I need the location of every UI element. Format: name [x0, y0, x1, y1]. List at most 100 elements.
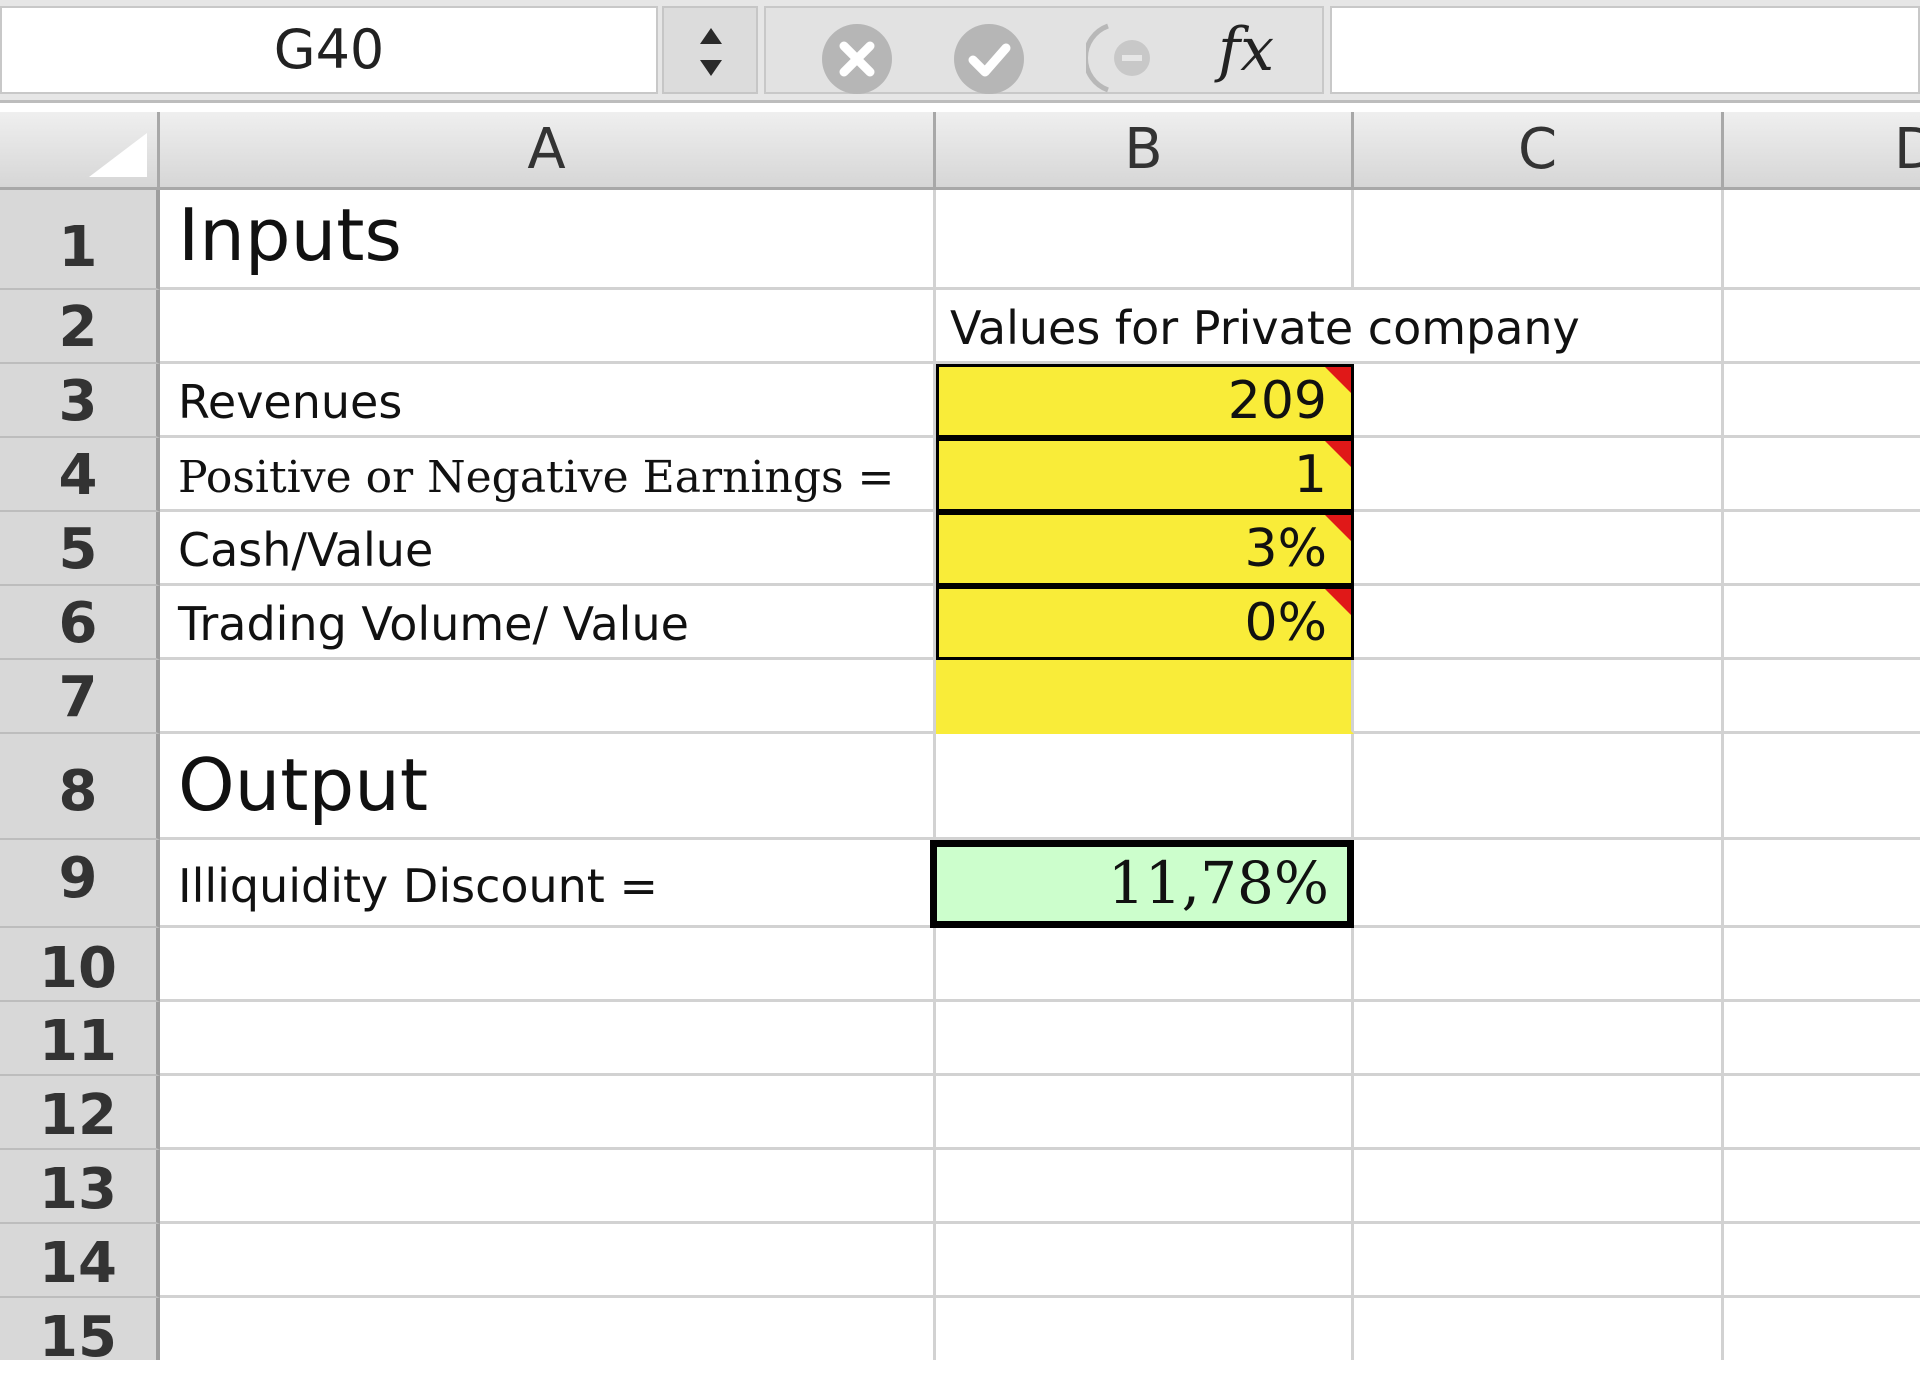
cell-a6[interactable]: Trading Volume/ Value [160, 586, 936, 660]
cell-d9[interactable] [1724, 840, 1920, 928]
cell-a14[interactable] [160, 1224, 936, 1298]
cell-a11[interactable] [160, 1002, 936, 1076]
row-header-12[interactable]: 12 [0, 1076, 160, 1150]
comment-indicator-icon [1325, 589, 1351, 615]
row-header-9[interactable]: 9 [0, 840, 160, 928]
cell-a10[interactable] [160, 928, 936, 1002]
cell-d8[interactable] [1724, 734, 1920, 840]
cell-d14[interactable] [1724, 1224, 1920, 1298]
cell-a4[interactable]: Positive or Negative Earnings = [160, 438, 936, 512]
cell-d10[interactable] [1724, 928, 1920, 1002]
cell-d4[interactable] [1724, 438, 1920, 512]
row-header-1[interactable]: 1 [0, 190, 160, 290]
function-menu-button[interactable] [1082, 22, 1166, 94]
cancel-button[interactable] [822, 24, 892, 94]
cell-c6[interactable] [1354, 586, 1724, 660]
row-header-5[interactable]: 5 [0, 512, 160, 586]
function-icon [1082, 23, 1150, 93]
cell-c13[interactable] [1354, 1150, 1724, 1224]
row-header-3[interactable]: 3 [0, 364, 160, 438]
row-header-4[interactable]: 4 [0, 438, 160, 512]
cell-c2[interactable] [1354, 290, 1724, 364]
cell-b15[interactable] [936, 1298, 1354, 1360]
cell-b10[interactable] [936, 928, 1354, 1002]
row-header-14[interactable]: 14 [0, 1224, 160, 1298]
column-header-d[interactable]: D [1724, 112, 1920, 190]
cell-c15[interactable] [1354, 1298, 1724, 1360]
cell-b11[interactable] [936, 1002, 1354, 1076]
row-header-11[interactable]: 11 [0, 1002, 160, 1076]
cell-c1[interactable] [1354, 190, 1724, 290]
row-header-8[interactable]: 8 [0, 734, 160, 840]
cell-b1[interactable] [936, 190, 1354, 290]
column-header-a[interactable]: A [160, 112, 936, 190]
cell-b13[interactable] [936, 1150, 1354, 1224]
cell-a9[interactable]: Illiquidity Discount = [160, 840, 936, 928]
comment-indicator-icon [1325, 515, 1351, 541]
cell-b4[interactable]: 1 [936, 438, 1354, 512]
name-box[interactable]: G40 [0, 6, 658, 94]
cell-a13[interactable] [160, 1150, 936, 1224]
row-header-7[interactable]: 7 [0, 660, 160, 734]
cell-b14[interactable] [936, 1224, 1354, 1298]
cell-b8[interactable] [936, 734, 1354, 840]
cell-c11[interactable] [1354, 1002, 1724, 1076]
cell-b5[interactable]: 3% [936, 512, 1354, 586]
cell-d1[interactable] [1724, 190, 1920, 290]
cell-d5[interactable] [1724, 512, 1920, 586]
cell-b6[interactable]: 0% [936, 586, 1354, 660]
column-header-c[interactable]: C [1354, 112, 1724, 190]
cell-a7[interactable] [160, 660, 936, 734]
name-box-stepper[interactable] [662, 6, 758, 94]
cell-d2[interactable] [1724, 290, 1920, 364]
row-header-15[interactable]: 15 [0, 1298, 160, 1370]
cell-a12[interactable] [160, 1076, 936, 1150]
row-header-13[interactable]: 13 [0, 1150, 160, 1224]
formula-tools: fx [764, 6, 1324, 94]
cell-c3[interactable] [1354, 364, 1724, 438]
cell-a2[interactable] [160, 290, 936, 364]
cell-d11[interactable] [1724, 1002, 1920, 1076]
cell-c5[interactable] [1354, 512, 1724, 586]
earnings-value: 1 [1293, 445, 1327, 505]
enter-button[interactable] [954, 24, 1024, 94]
cell-b3[interactable]: 209 [936, 364, 1354, 438]
cell-c8[interactable] [1354, 734, 1724, 840]
spreadsheet-grid: A B C D 1 2 3 4 5 6 7 8 9 10 11 12 13 14… [0, 112, 1920, 1370]
cell-c12[interactable] [1354, 1076, 1724, 1150]
cell-a1[interactable]: Inputs [160, 190, 936, 290]
cell-d7[interactable] [1724, 660, 1920, 734]
cell-c4[interactable] [1354, 438, 1724, 512]
row-header-6[interactable]: 6 [0, 586, 160, 660]
cell-c9[interactable] [1354, 840, 1724, 928]
cell-d12[interactable] [1724, 1076, 1920, 1150]
cell-a3[interactable]: Revenues [160, 364, 936, 438]
cell-b12[interactable] [936, 1076, 1354, 1150]
inputs-heading: Inputs [178, 193, 402, 277]
trading-label: Trading Volume/ Value [178, 597, 689, 651]
cell-a8[interactable]: Output [160, 734, 936, 840]
cell-d3[interactable] [1724, 364, 1920, 438]
cell-b7[interactable] [936, 660, 1354, 734]
cell-a5[interactable]: Cash/Value [160, 512, 936, 586]
row-header-2[interactable]: 2 [0, 290, 160, 364]
comment-indicator-icon [1325, 367, 1351, 393]
cell-b9[interactable]: 11,78% [930, 840, 1354, 928]
insert-function-icon[interactable]: fx [1218, 10, 1274, 90]
select-all-button[interactable] [0, 112, 160, 190]
select-all-icon [89, 133, 147, 177]
row-header-10[interactable]: 10 [0, 928, 160, 1002]
cell-c14[interactable] [1354, 1224, 1724, 1298]
formula-input[interactable] [1330, 6, 1920, 94]
cell-c10[interactable] [1354, 928, 1724, 1002]
column-header-b[interactable]: B [936, 112, 1354, 190]
formula-bar: G40 fx [0, 0, 1920, 103]
cell-d13[interactable] [1724, 1150, 1920, 1224]
cell-c7[interactable] [1354, 660, 1724, 734]
revenues-value: 209 [1227, 371, 1327, 431]
cell-b2[interactable]: Values for Private company [936, 290, 1580, 364]
cell-d6[interactable] [1724, 586, 1920, 660]
discount-value: 11,78% [1107, 849, 1329, 917]
cell-a15[interactable] [160, 1298, 936, 1360]
cell-d15[interactable] [1724, 1298, 1920, 1360]
